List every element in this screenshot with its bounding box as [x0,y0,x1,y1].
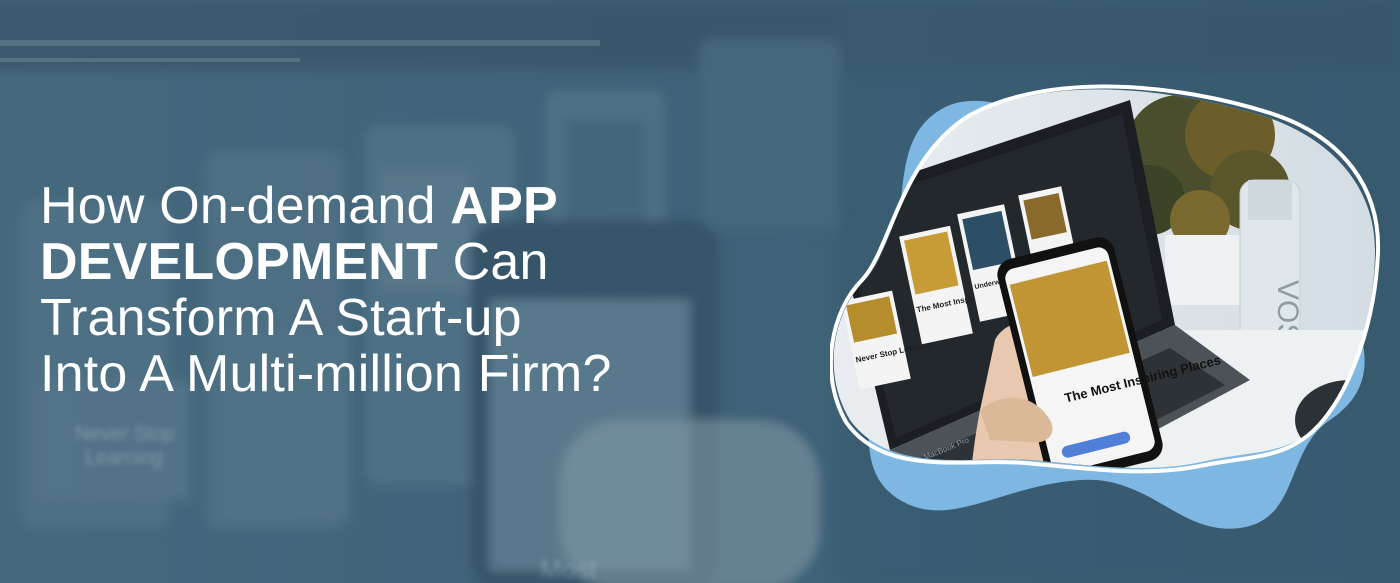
blob-illustration: VOSS Never Stop Learning The Most Inspir… [830,84,1381,529]
bg-card-label-1: Never Stop [75,423,175,445]
hero-banner: Never Stop Learning Most How On-demand A… [0,0,1400,583]
headline-development: DEVELOPMENT [40,233,439,291]
headline-line-4: Into A Multi-million Firm? [40,345,612,403]
bg-card-label-2: Learning [85,447,163,469]
headline-line-2: DEVELOPMENT Can [40,234,700,290]
headline-line-1-light: How On-demand [40,177,451,235]
headline-line-3: Transform A Start-up [40,289,522,347]
bg-card-label-3: Most [540,554,597,583]
headline-line-1: How On-demand APP [40,178,700,234]
headline: How On-demand APP DEVELOPMENT Can Transf… [40,178,700,402]
headline-app: APP [450,177,558,235]
headline-line-2-light: Can [438,233,549,291]
